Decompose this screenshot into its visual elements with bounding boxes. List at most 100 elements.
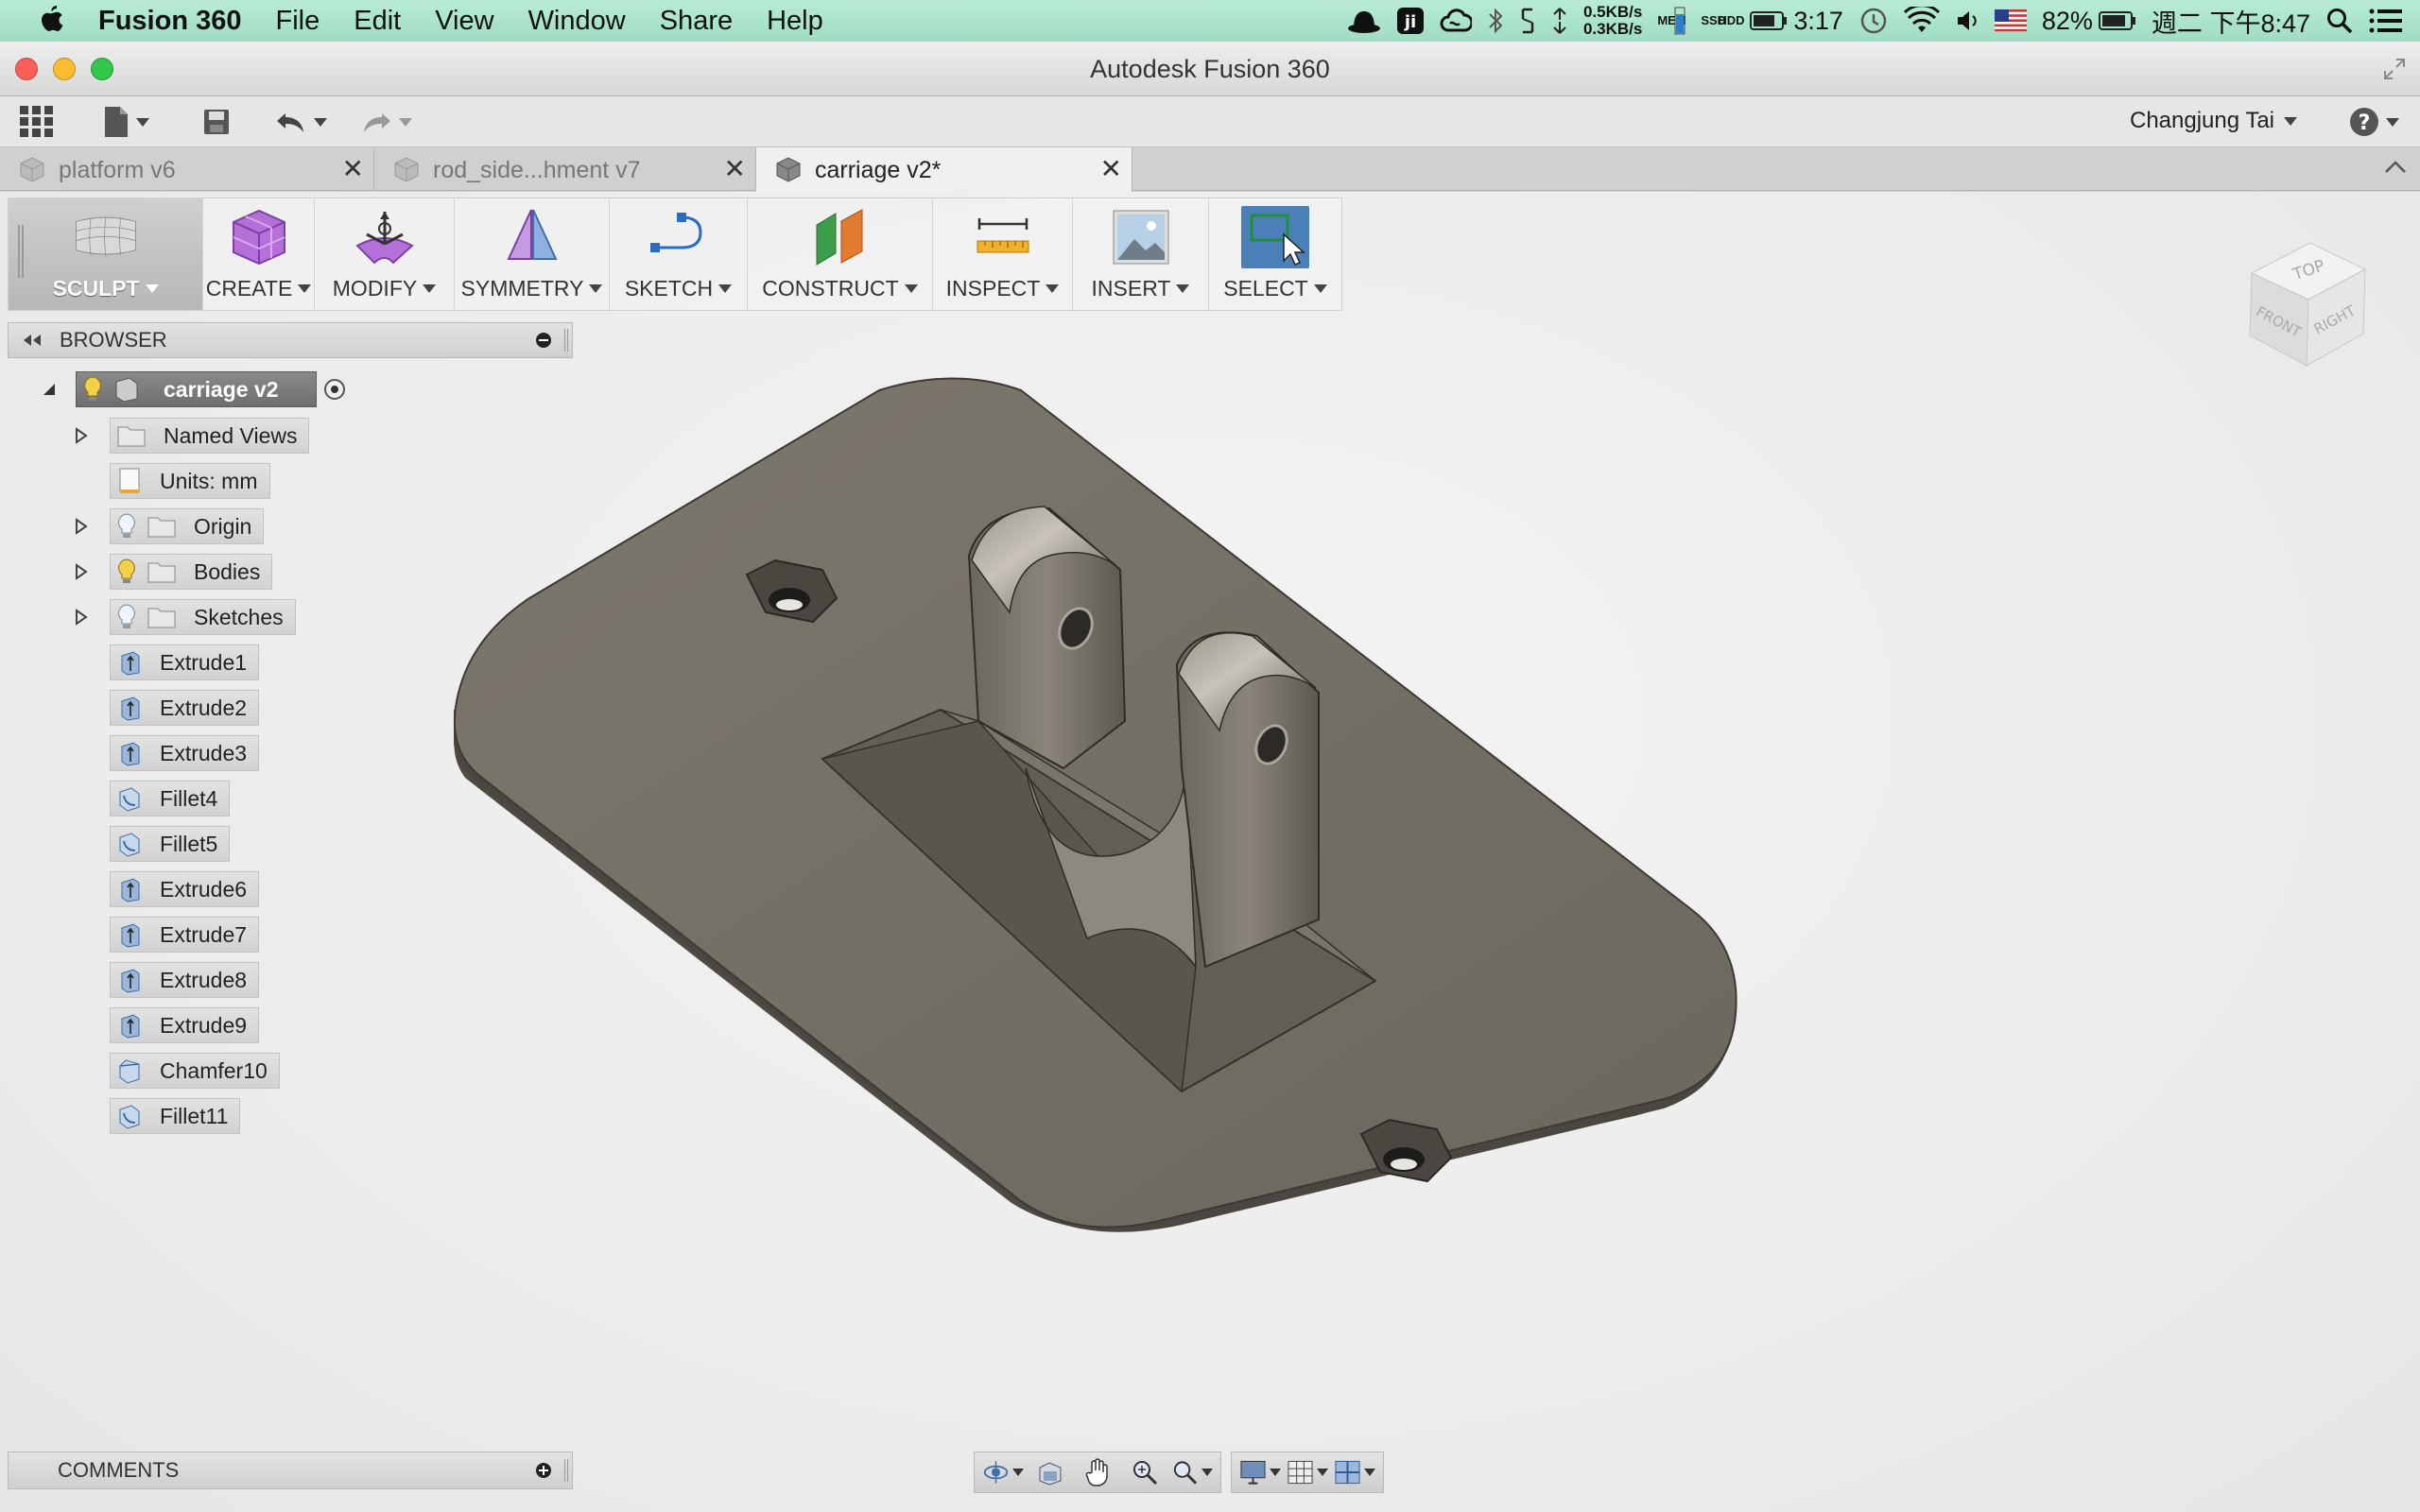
menu-edit[interactable]: Edit	[337, 6, 418, 37]
app-menu[interactable]: Fusion 360	[78, 6, 259, 37]
component-icon	[20, 157, 44, 182]
tree-folder-bodies[interactable]: Bodies	[70, 554, 273, 590]
data-panel-button[interactable]	[19, 104, 55, 140]
tree-units[interactable]: Units: mm	[110, 463, 270, 499]
tree-folder-sketches[interactable]: Sketches	[70, 599, 296, 635]
chevron-up-icon[interactable]	[2382, 155, 2409, 186]
feature-extrude3[interactable]: Extrude3	[110, 735, 260, 771]
lightbulb-off-icon[interactable]	[116, 512, 137, 541]
viewports-button[interactable]	[1334, 1454, 1375, 1490]
time-machine-icon[interactable]	[1858, 6, 1889, 36]
look-at-button[interactable]	[1029, 1454, 1071, 1490]
design-canvas[interactable]: TOP FRONT RIGHT SCULPT CREATE MODIFY SYM…	[0, 192, 2420, 1512]
feature-chamfer10[interactable]: Chamfer10	[110, 1053, 280, 1089]
close-tab-icon[interactable]: ✕	[342, 156, 364, 182]
tree-folder-named-views[interactable]: Named Views	[70, 418, 310, 454]
transfer-icon[interactable]	[1551, 6, 1568, 36]
ribbon-grip[interactable]	[18, 225, 24, 278]
feature-fillet5[interactable]: Fillet5	[110, 826, 231, 862]
menu-help[interactable]: Help	[750, 6, 840, 37]
browser-panel-header[interactable]: BROWSER	[8, 322, 573, 358]
menu-file[interactable]: File	[259, 6, 337, 37]
construct-menu[interactable]: CONSTRUCT	[748, 198, 933, 310]
menu-share[interactable]: Share	[643, 6, 750, 37]
minimize-panel-icon[interactable]	[536, 333, 551, 348]
tab-carriage[interactable]: carriage v2* ✕	[756, 147, 1132, 192]
lightbulb-off-icon[interactable]	[116, 603, 137, 631]
expand-triangle-icon[interactable]	[70, 599, 93, 635]
wifi-icon[interactable]	[1903, 6, 1940, 36]
fullscreen-icon[interactable]	[2382, 57, 2407, 86]
user-account-menu[interactable]: Changjung Tai	[2130, 108, 2297, 134]
insert-menu[interactable]: INSERT	[1073, 198, 1209, 310]
display-settings-button[interactable]	[1239, 1454, 1281, 1490]
bluetooth-icon[interactable]	[1487, 6, 1504, 36]
expand-triangle-icon[interactable]	[70, 508, 93, 544]
feature-fillet4[interactable]: Fillet4	[110, 781, 231, 816]
modify-menu[interactable]: MODIFY	[315, 198, 455, 310]
file-menu-button[interactable]	[102, 104, 149, 140]
expand-triangle-icon[interactable]	[70, 554, 93, 590]
panel-grip[interactable]	[564, 329, 568, 352]
menu-view[interactable]: View	[418, 6, 510, 37]
tree-root-node[interactable]: carriage v2	[38, 371, 346, 407]
spotlight-search-icon[interactable]	[2325, 6, 2354, 36]
ji-app-icon[interactable]: ji	[1396, 6, 1425, 36]
creative-cloud-icon[interactable]	[1440, 6, 1472, 36]
viewcube[interactable]: TOP FRONT RIGHT	[2233, 215, 2384, 375]
feature-extrude6[interactable]: Extrude6	[110, 871, 260, 907]
clock[interactable]: 週二 下午8:47	[2152, 3, 2310, 40]
grid-settings-button[interactable]	[1287, 1454, 1328, 1490]
activate-radio[interactable]	[324, 379, 346, 400]
zoom-button[interactable]	[1124, 1454, 1166, 1490]
feature-extrude2[interactable]: Extrude2	[110, 690, 260, 726]
battery-indicator[interactable]: 82%	[2042, 6, 2136, 36]
feature-label: Fillet5	[160, 831, 218, 856]
fit-button[interactable]	[1171, 1454, 1213, 1490]
close-tab-icon[interactable]: ✕	[724, 156, 746, 182]
help-menu-button[interactable]: ?	[2348, 106, 2399, 138]
redo-button[interactable]	[359, 104, 412, 140]
menu-window[interactable]: Window	[511, 6, 643, 37]
undo-button[interactable]	[274, 104, 327, 140]
extrude-icon	[121, 742, 140, 766]
us-flag-icon[interactable]	[1994, 6, 2027, 36]
sketch-menu[interactable]: SKETCH	[610, 198, 748, 310]
feature-extrude8[interactable]: Extrude8	[110, 962, 260, 998]
symmetry-label: SYMMETRY	[460, 276, 584, 301]
expand-triangle-icon[interactable]	[70, 418, 93, 454]
comments-panel-header[interactable]: COMMENTS	[8, 1452, 573, 1489]
lightbulb-icon[interactable]	[116, 558, 137, 586]
hat-icon[interactable]	[1347, 6, 1381, 36]
volume-icon[interactable]	[1955, 6, 1979, 36]
select-menu[interactable]: SELECT	[1209, 198, 1341, 310]
battery-time-indicator[interactable]: 3:17	[1750, 6, 1843, 36]
tab-platform[interactable]: platform v6 ✕	[0, 147, 374, 191]
lightbulb-icon[interactable]	[82, 375, 103, 404]
feature-fillet11[interactable]: Fillet11	[110, 1098, 241, 1134]
carriage-model[interactable]	[0, 192, 2420, 1512]
symmetry-menu[interactable]: SYMMETRY	[455, 198, 610, 310]
pan-button[interactable]	[1077, 1454, 1118, 1490]
feature-extrude9[interactable]: Extrude9	[110, 1007, 260, 1043]
notification-center-icon[interactable]	[2369, 6, 2403, 36]
close-tab-icon[interactable]: ✕	[1100, 156, 1122, 182]
collapse-panel-icon[interactable]	[22, 334, 43, 347]
panel-grip[interactable]	[564, 1459, 568, 1482]
inspect-menu[interactable]: INSPECT	[933, 198, 1073, 310]
feature-label: Extrude7	[160, 921, 248, 947]
sync-icon[interactable]	[1519, 6, 1536, 36]
select-icon	[1241, 206, 1309, 268]
tab-rod-side[interactable]: rod_side...hment v7 ✕	[374, 147, 756, 191]
add-comment-icon[interactable]	[536, 1463, 551, 1478]
create-menu[interactable]: CREATE	[203, 198, 315, 310]
save-button[interactable]	[202, 104, 231, 140]
orbit-button[interactable]	[982, 1454, 1024, 1490]
collapse-triangle-icon[interactable]	[38, 371, 60, 407]
feature-extrude1[interactable]: Extrude1	[110, 644, 260, 680]
tree-folder-origin[interactable]: Origin	[70, 508, 265, 544]
apple-menu-icon[interactable]	[26, 0, 78, 42]
status-area: ji 0.5KB/s 0.3KB/s MEM SSD HDD 3:17 82% …	[1347, 0, 2403, 42]
feature-extrude7[interactable]: Extrude7	[110, 917, 260, 953]
workspace-switcher[interactable]: SCULPT	[9, 198, 203, 310]
